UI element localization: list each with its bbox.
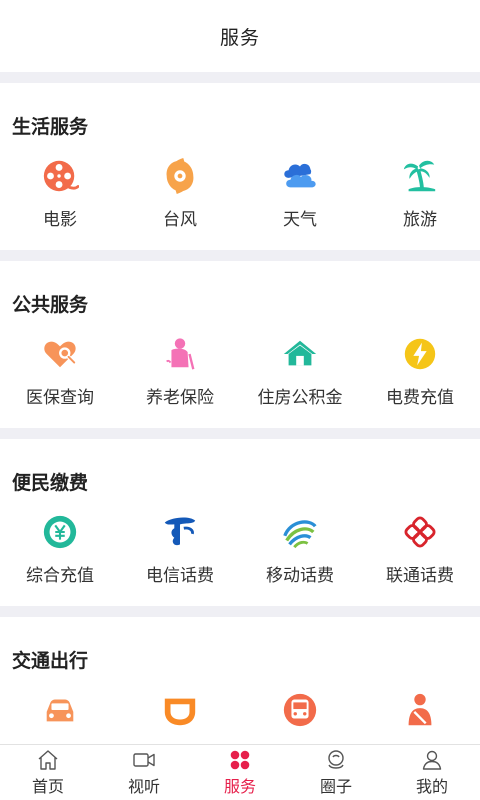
section-life-services: 生活服务 电影 台风 天气 旅游: [0, 83, 480, 250]
section-title: 交通出行: [12, 650, 89, 672]
service-general-recharge[interactable]: 综合充值: [0, 503, 120, 606]
circle-community-icon: [328, 750, 344, 769]
home-icon: [38, 750, 58, 770]
service-unicom-bill[interactable]: 联通话费: [360, 503, 480, 606]
section-divider: [0, 606, 480, 617]
service-label: 台风: [163, 210, 197, 230]
service-driver[interactable]: [360, 681, 480, 744]
service-label: 电信话费: [146, 566, 214, 586]
section-divider: [0, 72, 480, 83]
electricity-icon: [399, 333, 441, 375]
section-title: 生活服务: [12, 116, 89, 138]
tab-label: 我的: [415, 777, 448, 796]
service-car[interactable]: [0, 681, 120, 744]
driver-icon: [399, 689, 441, 731]
page-title: 服务: [219, 26, 260, 49]
service-label: 综合充值: [26, 566, 94, 586]
tab-profile[interactable]: 我的: [384, 745, 480, 800]
service-housing-fund[interactable]: 住房公积金: [240, 325, 360, 428]
user-icon: [422, 750, 442, 770]
service-label: 联通话费: [386, 566, 454, 586]
service-weather[interactable]: 天气: [240, 147, 360, 250]
tab-label: 视听: [127, 777, 160, 796]
china-mobile-icon: [279, 511, 321, 553]
bus-icon: [279, 689, 321, 731]
service-pension[interactable]: 养老保险: [120, 325, 240, 428]
medical-insurance-icon: [39, 333, 81, 375]
service-label: 电影: [43, 210, 77, 230]
service-label: 养老保险: [146, 388, 214, 408]
yuan-recharge-icon: [39, 511, 81, 553]
service-didi[interactable]: [120, 681, 240, 744]
china-unicom-icon: [399, 511, 441, 553]
service-label: 天气: [283, 210, 317, 230]
service-mobile-bill[interactable]: 移动话费: [240, 503, 360, 606]
didi-icon: [159, 689, 201, 731]
service-grid-icon: [230, 750, 250, 770]
tab-label: 服务: [223, 777, 256, 796]
service-label: 住房公积金: [257, 388, 343, 408]
service-typhoon[interactable]: 台风: [120, 147, 240, 250]
service-travel[interactable]: 旅游: [360, 147, 480, 250]
header: 服务: [0, 0, 480, 72]
elderly-icon: [159, 333, 201, 375]
bottom-tab-bar: 首页 视听 服务 圈子 我的: [0, 744, 480, 800]
service-movie[interactable]: 电影: [0, 147, 120, 250]
section-divider: [0, 250, 480, 261]
tab-label: 首页: [31, 777, 64, 796]
tab-home[interactable]: 首页: [0, 745, 96, 800]
house-icon: [279, 333, 321, 375]
weather-icon: [279, 155, 321, 197]
car-icon: [39, 689, 81, 731]
palm-tree-icon: [399, 155, 441, 197]
section-title: 便民缴费: [12, 472, 89, 494]
service-label: 移动话费: [266, 566, 334, 586]
tab-community[interactable]: 圈子: [288, 745, 384, 800]
service-telecom-bill[interactable]: 电信话费: [120, 503, 240, 606]
service-label: 医保查询: [26, 388, 94, 408]
service-electricity[interactable]: 电费充值: [360, 325, 480, 428]
service-label: 电费充值: [386, 388, 454, 408]
section-transport: 交通出行: [0, 617, 480, 744]
service-medical-insurance[interactable]: 医保查询: [0, 325, 120, 428]
tab-services[interactable]: 服务: [192, 745, 288, 800]
service-label: 旅游: [403, 210, 437, 230]
video-camera-icon: [133, 753, 155, 767]
section-public-services: 公共服务 医保查询 养老保险 住房公积金 电费充值: [0, 261, 480, 428]
section-bill-payment: 便民缴费 综合充值 电信话费 移动话费 联通话费: [0, 439, 480, 606]
film-icon: [39, 155, 81, 197]
section-title: 公共服务: [12, 294, 89, 316]
tab-audio-video[interactable]: 视听: [96, 745, 192, 800]
china-telecom-icon: [159, 511, 201, 553]
service-bus[interactable]: [240, 681, 360, 744]
section-divider: [0, 428, 480, 439]
typhoon-icon: [159, 155, 201, 197]
services-list[interactable]: 生活服务 电影 台风 天气 旅游 公共服务 医保查询 养老保险 住房公积金 电费…: [0, 72, 480, 744]
tab-label: 圈子: [319, 777, 352, 796]
